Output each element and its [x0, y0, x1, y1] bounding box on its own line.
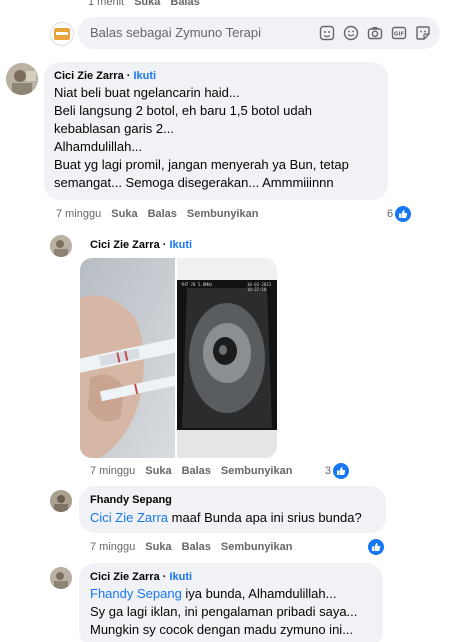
- hide-button[interactable]: Sembunyikan: [187, 208, 259, 220]
- top-comment-time: 1 menit: [88, 0, 125, 8]
- reply-button[interactable]: Balas: [182, 465, 211, 477]
- comment-line: Alhamdulillah...: [54, 139, 143, 154]
- reply-input-placeholder[interactable]: Balas sebagai Zymuno Terapi: [90, 25, 261, 40]
- hide-button[interactable]: Sembunyikan: [221, 541, 293, 553]
- sticker-icon[interactable]: [414, 24, 432, 42]
- author-name[interactable]: Cici Zie Zarra: [90, 571, 160, 583]
- top-comment-meta: 1 menit Suka Balas: [88, 0, 210, 8]
- ultrasound-label-right: 10-03-2023 10:37:18: [247, 282, 272, 292]
- comment-line: maaf Bunda apa ini srius bunda?: [168, 510, 362, 525]
- author-name[interactable]: Cici Zie Zarra: [54, 70, 124, 82]
- comment-line: Sy ga lagi iklan, ini pengalaman pribadi…: [90, 604, 358, 619]
- pregnancy-test-photo[interactable]: [80, 258, 175, 458]
- ultrasound-photo[interactable]: YHT 70 5.0MHz 10-03-2023 10:37:18: [177, 258, 277, 458]
- comment-meta-3: 7 minggu Suka Balas Sembunyikan: [90, 541, 302, 553]
- like-button[interactable]: Suka: [145, 465, 171, 477]
- comment-line: Buat yg lagi promil, jangan menyerah ya …: [54, 157, 349, 172]
- mention-link[interactable]: Cici Zie Zarra: [90, 510, 168, 525]
- thumbs-up-icon: [368, 539, 384, 555]
- follow-button[interactable]: Ikuti: [169, 571, 192, 583]
- avatar[interactable]: [6, 63, 38, 95]
- comment-line: kebablasan garis 2...: [54, 121, 174, 136]
- avatar-sticker-icon[interactable]: [318, 24, 336, 42]
- like-button[interactable]: Suka: [111, 208, 137, 220]
- follow-button[interactable]: Ikuti: [133, 70, 156, 82]
- author-name[interactable]: Cici Zie Zarra: [90, 239, 160, 251]
- comment-meta-2: 7 minggu Suka Balas Sembunyikan: [90, 465, 302, 477]
- avatar[interactable]: [50, 567, 72, 589]
- author-name[interactable]: Fhandy Sepang: [90, 494, 172, 506]
- mention-link[interactable]: Fhandy Sepang: [90, 586, 182, 601]
- reaction-count: 6: [387, 208, 394, 220]
- reaction-count-2[interactable]: 3: [325, 463, 350, 479]
- comment-line: Beli langsung 2 botol, eh baru 1,5 botol…: [54, 103, 313, 118]
- thumbs-up-icon: [333, 463, 350, 479]
- comment-author-2: Cici Zie Zarra · Ikuti: [90, 239, 193, 251]
- comment-line: semangat... Semoga disegerakan... Ammmii…: [54, 175, 334, 190]
- avatar[interactable]: [50, 235, 72, 257]
- follow-button[interactable]: Ikuti: [169, 239, 192, 251]
- comment-author-4: Cici Zie Zarra · Ikuti: [90, 571, 193, 583]
- reply-button[interactable]: Balas: [148, 208, 177, 220]
- top-like-button[interactable]: Suka: [134, 0, 160, 8]
- avatar[interactable]: [50, 490, 72, 512]
- ultrasound-label-left: YHT 70 5.0MHz: [181, 282, 213, 287]
- comment-text-1: Niat beli buat ngelancarin haid... Beli …: [54, 84, 349, 192]
- top-reply-button[interactable]: Balas: [170, 0, 199, 8]
- comment-bubble-4: Cici Zie Zarra · Ikuti Fhandy Sepang iya…: [79, 563, 383, 642]
- reaction-count-1[interactable]: 6: [387, 206, 412, 222]
- reply-button[interactable]: Balas: [182, 541, 211, 553]
- comment-time[interactable]: 7 minggu: [90, 465, 135, 477]
- reaction-count: 3: [325, 465, 332, 477]
- zymuno-logo-icon: [54, 28, 70, 40]
- comment-time[interactable]: 7 minggu: [90, 541, 135, 553]
- comment-bubble-1: Cici Zie Zarra · Ikuti Niat beli buat ng…: [44, 62, 388, 200]
- reply-input-box[interactable]: Balas sebagai Zymuno Terapi GIF: [78, 17, 440, 49]
- comment-bubble-3: Fhandy Sepang Cici Zie Zarra maaf Bunda …: [79, 486, 386, 533]
- thumbs-up-icon: [395, 206, 412, 222]
- comment-line: iya bunda, Alhamdulillah...: [181, 586, 337, 601]
- svg-text:GIF: GIF: [394, 32, 405, 38]
- comment-text-3: Cici Zie Zarra maaf Bunda apa ini srius …: [90, 509, 362, 527]
- hide-button[interactable]: Sembunyikan: [221, 465, 293, 477]
- camera-icon[interactable]: [366, 24, 384, 42]
- comment-text-4: Fhandy Sepang iya bunda, Alhamdulillah..…: [90, 585, 357, 639]
- comment-author-1: Cici Zie Zarra · Ikuti: [54, 70, 157, 82]
- comment-meta-1: 7 minggu Suka Balas Sembunyikan: [56, 208, 268, 220]
- reaction-count-3[interactable]: [366, 539, 384, 555]
- comment-line: Niat beli buat ngelancarin haid...: [54, 85, 240, 100]
- emoji-icon[interactable]: [342, 24, 360, 42]
- comment-line: Mungkin sy cocok dengan madu zymuno ini.…: [90, 622, 354, 637]
- gif-icon[interactable]: GIF: [390, 24, 408, 42]
- like-button[interactable]: Suka: [145, 541, 171, 553]
- comment-time[interactable]: 7 minggu: [56, 208, 101, 220]
- page-avatar: [50, 22, 74, 46]
